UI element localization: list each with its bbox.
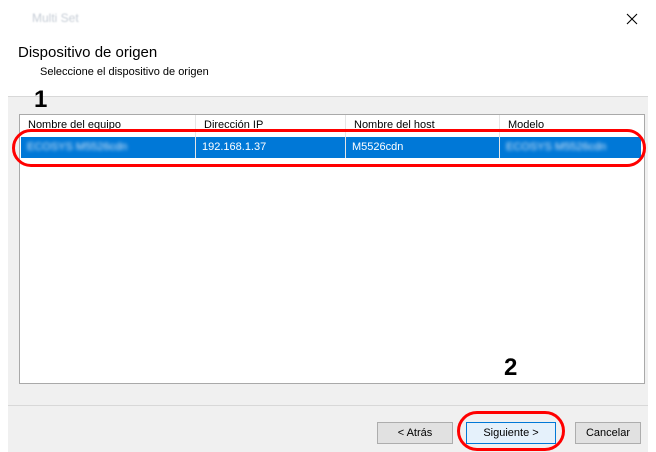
page-subtitle: Seleccione el dispositivo de origen [40,66,209,78]
close-icon [626,13,638,25]
title-bar: Multi Set [8,0,648,38]
back-button[interactable]: < Atrás [377,422,453,444]
page-title: Dispositivo de origen [18,44,158,61]
callout-ring-2 [457,411,565,451]
window-right-edge [648,0,656,452]
dialog-window: Multi Set Dispositivo de origen Seleccio… [0,0,656,452]
callout-number-1: 1 [34,86,48,113]
window-title: Multi Set [32,11,79,25]
callout-ring-1 [12,129,646,167]
close-button[interactable] [620,7,644,31]
wizard-header: Dispositivo de origen Seleccione el disp… [8,38,648,97]
callout-number-2: 2 [504,354,518,381]
window-left-edge [0,0,8,452]
footer-separator [8,405,648,406]
cancel-button[interactable]: Cancelar [575,422,641,444]
